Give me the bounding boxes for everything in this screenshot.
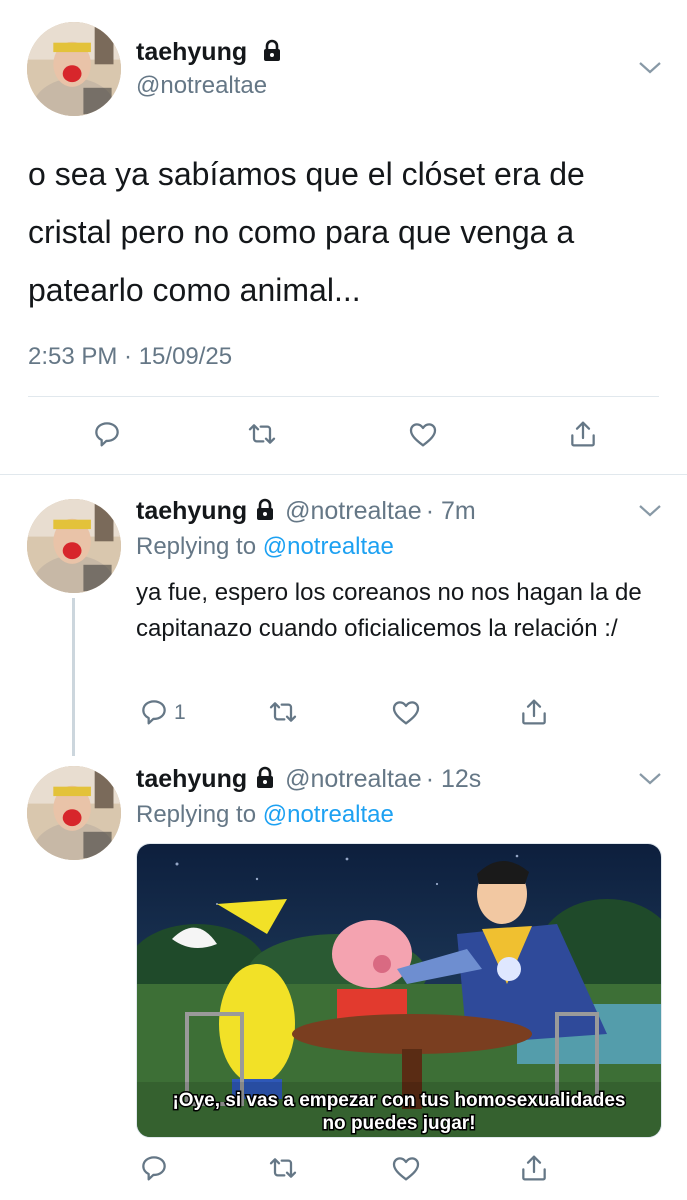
display-name[interactable]: taehyung xyxy=(136,497,247,525)
tweet-time[interactable]: · 12s xyxy=(426,765,482,793)
meme-caption-line-2: no puedes jugar! xyxy=(322,1113,475,1134)
timestamp: 2:53 PM · 15/09/25 xyxy=(28,343,233,370)
like-button[interactable] xyxy=(388,1150,424,1186)
like-icon xyxy=(392,1157,420,1181)
avatar[interactable] xyxy=(27,22,121,116)
tweet-media-image[interactable]: ¡Oye, si vas a empezar con tus homosexua… xyxy=(136,843,662,1138)
display-name[interactable]: taehyung xyxy=(136,765,247,793)
share-icon xyxy=(522,1155,546,1181)
chevron-down-icon[interactable] xyxy=(638,503,662,519)
meme-caption-line-1: ¡Oye, si vas a empezar con tus homosexua… xyxy=(172,1090,625,1111)
avatar[interactable] xyxy=(27,499,121,593)
handle[interactable]: @notrealtae xyxy=(136,72,267,100)
replying-to-label: Replying to xyxy=(136,801,257,828)
handle[interactable]: @notrealtae xyxy=(285,497,422,525)
lock-icon xyxy=(253,766,277,797)
divider xyxy=(0,474,687,475)
lock-icon xyxy=(260,39,284,70)
display-name[interactable]: taehyung xyxy=(136,38,247,66)
share-button[interactable] xyxy=(516,1150,552,1186)
avatar[interactable] xyxy=(27,766,121,860)
handle[interactable]: @notrealtae xyxy=(285,765,422,793)
like-icon xyxy=(392,701,420,725)
retweet-button[interactable] xyxy=(265,694,301,730)
share-button[interactable] xyxy=(565,416,601,452)
replying-to-link[interactable]: @notrealtae xyxy=(263,533,394,560)
lock-icon xyxy=(253,498,277,529)
replying-to-link[interactable]: @notrealtae xyxy=(263,801,394,828)
reply-count: 1 xyxy=(174,701,186,724)
tweet-text: o sea ya sabíamos que el clóset era de c… xyxy=(28,156,585,308)
tweet-text: ya fue, espero los coreanos no nos hagan… xyxy=(136,579,642,642)
like-button[interactable] xyxy=(388,694,424,730)
replying-to-label: Replying to xyxy=(136,533,257,560)
retweet-button[interactable] xyxy=(244,416,280,452)
retweet-icon xyxy=(269,1158,297,1178)
tweet-time[interactable]: · 7m xyxy=(426,497,476,525)
chevron-down-icon[interactable] xyxy=(638,771,662,787)
like-button[interactable] xyxy=(405,416,441,452)
reply-button[interactable] xyxy=(136,694,172,730)
meme-illustration: ¡Oye, si vas a empezar con tus homosexua… xyxy=(137,844,661,1137)
thread-line xyxy=(72,598,75,756)
divider xyxy=(28,396,659,397)
retweet-icon xyxy=(269,702,297,722)
share-icon xyxy=(571,421,595,447)
retweet-button[interactable] xyxy=(265,1150,301,1186)
share-icon xyxy=(522,699,546,725)
reply-button[interactable] xyxy=(89,416,125,452)
like-icon xyxy=(409,423,437,447)
reply-icon xyxy=(95,422,119,447)
retweet-icon xyxy=(248,424,276,444)
chevron-down-icon[interactable] xyxy=(638,60,662,76)
share-button[interactable] xyxy=(516,694,552,730)
reply-button[interactable] xyxy=(136,1150,172,1186)
reply-icon xyxy=(142,1156,166,1181)
reply-icon xyxy=(142,700,166,725)
